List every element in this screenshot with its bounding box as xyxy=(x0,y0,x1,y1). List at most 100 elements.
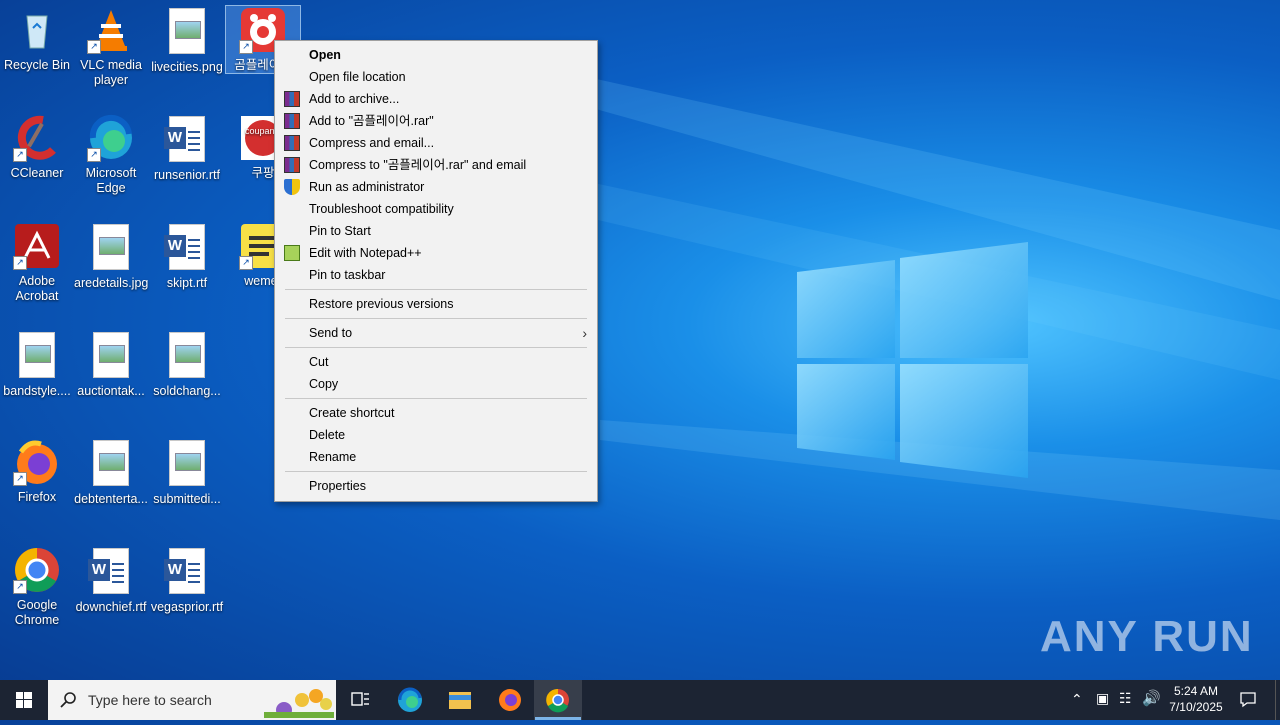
desktop-icon[interactable]: ↗ Google Chrome xyxy=(0,546,74,628)
context-menu-item-label: Create shortcut xyxy=(309,406,395,420)
desktop-icon[interactable]: Recycle Bin xyxy=(0,6,74,73)
tray-overflow-chevron-icon[interactable]: ⌃ xyxy=(1071,691,1083,708)
windows-start-icon xyxy=(16,692,32,708)
context-menu-item[interactable]: Add to "곰플레이어.rar" xyxy=(275,110,597,132)
taskbar-firefox[interactable] xyxy=(486,680,534,720)
image-file-icon xyxy=(87,440,135,488)
desktop-icon[interactable]: soldchang... xyxy=(150,330,224,399)
winrar-icon xyxy=(284,157,300,173)
desktop-icon-label: downchief.rtf xyxy=(75,600,147,614)
context-menu-item-label: Add to "곰플레이어.rar" xyxy=(309,114,434,128)
desktop-icon[interactable]: ↗ CCleaner xyxy=(0,114,74,181)
context-menu-item[interactable]: Open xyxy=(275,44,597,66)
context-menu-item-label: Pin to taskbar xyxy=(309,268,386,282)
context-menu-item[interactable]: Cut xyxy=(275,351,597,373)
desktop-icon[interactable]: ↗ Adobe Acrobat xyxy=(0,222,74,304)
context-menu-item[interactable]: Send to › xyxy=(275,322,597,344)
context-menu-item[interactable]: Properties xyxy=(275,475,597,497)
desktop-icon-label: Microsoft Edge xyxy=(85,166,137,195)
winrar-icon xyxy=(284,113,300,129)
desktop-icon[interactable]: aredetails.jpg xyxy=(74,222,148,291)
context-menu-item[interactable]: Delete xyxy=(275,424,597,446)
search-icon xyxy=(60,692,76,708)
context-menu-item-label: Open file location xyxy=(309,70,406,84)
desktop-icon[interactable]: submittedi... xyxy=(150,438,224,507)
image-file-icon xyxy=(163,440,211,488)
tray-network-icon[interactable]: ☷ xyxy=(1119,690,1132,707)
vlc-icon: ↗ xyxy=(87,6,135,54)
desktop-icon-label: soldchang... xyxy=(153,384,221,398)
start-button[interactable] xyxy=(0,680,48,720)
desktop-icon[interactable]: bandstyle.... xyxy=(0,330,74,399)
task-view-icon xyxy=(351,692,369,706)
context-menu-item[interactable]: Run as administrator xyxy=(275,176,597,198)
notifications-button[interactable] xyxy=(1238,689,1258,709)
context-menu-item[interactable]: Pin to Start xyxy=(275,220,597,242)
context-menu-item[interactable]: Open file location xyxy=(275,66,597,88)
desktop-icon[interactable]: ↗ Firefox xyxy=(0,438,74,505)
context-menu-item-label: Compress and email... xyxy=(309,136,435,150)
context-menu-item[interactable]: Pin to taskbar xyxy=(275,264,597,286)
context-menu-item-label: Open xyxy=(309,48,341,62)
taskbar-chrome[interactable] xyxy=(534,680,582,720)
clock-time: 5:24 AM xyxy=(1173,684,1219,698)
search-placeholder: Type here to search xyxy=(88,692,212,708)
taskbar: Type here to search ⌃ ▣ ☷ 🔊 5:24 AM 7/10… xyxy=(0,680,1280,720)
desktop-icon-label: VLC media player xyxy=(80,58,142,87)
edge-icon xyxy=(398,687,422,712)
context-menu-item[interactable]: Restore previous versions xyxy=(275,293,597,315)
word-file-icon: W xyxy=(163,116,211,164)
context-menu-item-label: Cut xyxy=(309,355,329,369)
desktop-icon[interactable]: Wvegasprior.rtf xyxy=(150,546,224,615)
desktop-icon[interactable]: ↗ Microsoft Edge xyxy=(74,114,148,196)
show-desktop-button[interactable] xyxy=(1275,680,1280,720)
context-menu-item-label: Rename xyxy=(309,450,357,464)
taskbar-file-explorer[interactable] xyxy=(436,680,484,720)
context-menu-item[interactable]: Create shortcut xyxy=(275,402,597,424)
desktop-icon-label: bandstyle.... xyxy=(3,384,71,398)
chrome-icon xyxy=(546,688,569,713)
context-menu-item[interactable]: Copy xyxy=(275,373,597,395)
desktop-icon-label: auctiontak... xyxy=(77,384,145,398)
desktop-icon-label: aredetails.jpg xyxy=(74,276,149,290)
uac-shield-icon xyxy=(284,179,300,195)
context-menu-item[interactable]: Troubleshoot compatibility xyxy=(275,198,597,220)
context-menu-item[interactable]: Rename xyxy=(275,446,597,468)
task-view-button[interactable] xyxy=(336,680,384,720)
desktop-icon-label: Firefox xyxy=(17,490,57,504)
desktop-icon[interactable]: debtenterta... xyxy=(74,438,148,507)
image-file-icon xyxy=(87,224,135,272)
desktop-icon[interactable]: Wdownchief.rtf xyxy=(74,546,148,615)
context-menu-item[interactable]: Edit with Notepad++ xyxy=(275,242,597,264)
desktop-icon[interactable]: livecities.png xyxy=(150,6,224,75)
chevron-right-icon: › xyxy=(582,325,587,341)
desktop-icon[interactable]: Wskipt.rtf xyxy=(150,222,224,291)
desktop-icon[interactable]: ↗ VLC media player xyxy=(74,6,148,88)
clock-date: 7/10/2025 xyxy=(1169,700,1223,714)
context-menu-item[interactable]: Add to archive... xyxy=(275,88,597,110)
windows-logo-wallpaper xyxy=(797,242,1028,478)
winrar-icon xyxy=(284,91,300,107)
ccleaner-icon: ↗ xyxy=(13,114,61,162)
menu-separator xyxy=(285,289,587,290)
taskbar-edge[interactable] xyxy=(386,680,434,720)
firefox-icon: ↗ xyxy=(13,438,61,486)
desktop-icon[interactable]: auctiontak... xyxy=(74,330,148,399)
tray-volume-icon[interactable]: 🔊 xyxy=(1142,689,1161,707)
desktop-icon-label: Recycle Bin xyxy=(4,58,70,72)
desktop-icon[interactable]: Wrunsenior.rtf xyxy=(150,114,224,183)
tray-meet-icon[interactable]: ▣ xyxy=(1096,690,1109,707)
context-menu-item[interactable]: Compress to "곰플레이어.rar" and email xyxy=(275,154,597,176)
image-file-icon xyxy=(13,332,61,380)
menu-separator xyxy=(285,471,587,472)
desktop-icon-label: vegasprior.rtf xyxy=(150,600,224,614)
image-file-icon xyxy=(163,332,211,380)
context-menu-item-label: Troubleshoot compatibility xyxy=(309,202,454,216)
desktop-icon-label: runsenior.rtf xyxy=(153,168,220,182)
tray-clock[interactable]: 5:24 AM 7/10/2025 xyxy=(1162,683,1230,715)
menu-separator xyxy=(285,318,587,319)
menu-separator xyxy=(285,398,587,399)
winrar-icon xyxy=(284,135,300,151)
taskbar-search-box[interactable]: Type here to search xyxy=(48,680,336,720)
context-menu-item[interactable]: Compress and email... xyxy=(275,132,597,154)
